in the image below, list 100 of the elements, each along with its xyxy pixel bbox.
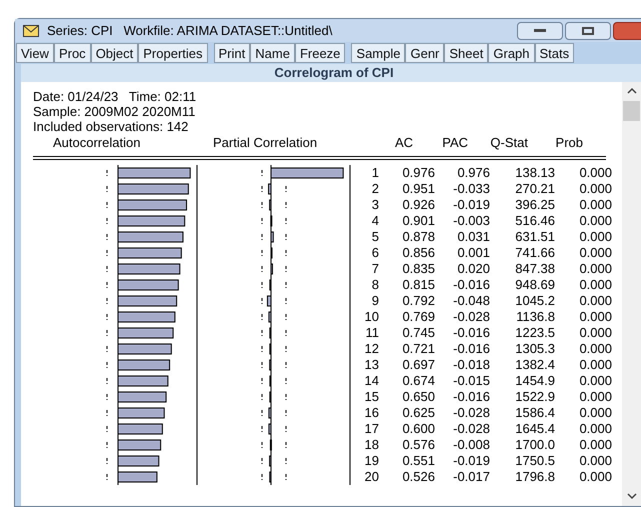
q-stat-cell-text: 1750.5 (514, 453, 555, 469)
prob-cell-text: 0.000 (578, 165, 612, 181)
pac-cell-text: -0.016 (452, 341, 490, 357)
pac-cell-text: -0.016 (452, 389, 490, 405)
pac-bar (270, 216, 272, 226)
pac-bar (269, 456, 272, 466)
prob-cell-text: 0.000 (578, 213, 612, 229)
column-header: AC (394, 135, 413, 150)
column-header: Q-Stat (489, 135, 528, 150)
pac-cell-text: -0.019 (452, 453, 490, 469)
q-stat-cell-text: 270.21 (514, 181, 555, 197)
pac-bar (269, 328, 272, 338)
ac-bar (118, 248, 182, 258)
q-stat-cell-text: 1700.0 (514, 437, 555, 453)
toolbar-button[interactable]: View (16, 43, 54, 63)
pac-bar (269, 392, 272, 402)
view-title: Correlogram of CPI (21, 64, 641, 82)
lag-cell-text: 13 (364, 357, 379, 373)
toolbar-button[interactable]: Genr (405, 43, 444, 63)
q-stat-cell-text: 1522.9 (514, 389, 555, 405)
prob-cell-text: 0.000 (578, 229, 612, 245)
column-header: Prob (554, 135, 583, 150)
ac-cell-text: 0.650 (401, 389, 435, 405)
pac-cell-text: -0.048 (452, 293, 490, 309)
ac-bar (118, 280, 179, 290)
lag-cell-text: 10 (364, 309, 379, 325)
prob-cell-text: 0.000 (578, 197, 612, 213)
lag-cell-text: 7 (370, 261, 379, 277)
prob-cell-text: 0.000 (578, 277, 612, 293)
pac-cell-text: 0.020 (456, 261, 490, 277)
scroll-up-icon[interactable] (626, 87, 636, 95)
toolbar-button[interactable]: Freeze (294, 43, 346, 63)
pac-bar (268, 424, 272, 434)
ac-cell-text: 0.976 (401, 165, 435, 181)
pac-bar (270, 264, 273, 274)
prob-cell-text: 0.000 (578, 453, 612, 469)
ac-cell-text: 0.951 (401, 181, 435, 197)
pac-bar (269, 472, 272, 482)
ac-bar (118, 440, 162, 450)
ac-cell-text: 0.674 (401, 373, 435, 389)
prob-cell-text: 0.000 (578, 405, 612, 421)
q-stat-cell-text: 847.38 (514, 261, 555, 277)
toolbar-button[interactable]: Print (214, 43, 250, 63)
lag-cell-text: 12 (364, 341, 379, 357)
prob-cell-text: 0.000 (578, 341, 612, 357)
toolbar-button[interactable]: Name (250, 43, 295, 63)
scroll-thumb[interactable] (623, 101, 640, 121)
ac-bar (118, 376, 168, 386)
ac-cell-text: 0.792 (401, 293, 435, 309)
lag-cell-text: 14 (364, 373, 379, 389)
pac-bar (269, 200, 272, 210)
q-stat-cell-text: 396.25 (514, 197, 555, 213)
lag-cell-text: 8 (370, 277, 379, 293)
toolbar-button[interactable]: Sample (351, 43, 406, 63)
prob-cell-text: 0.000 (578, 469, 612, 485)
prob-cell-text: 0.000 (578, 325, 612, 341)
q-stat-cell-text: 1796.8 (514, 469, 555, 485)
lag-cell-text: 3 (370, 197, 379, 213)
prob-cell-text: 0.000 (578, 181, 612, 197)
lag-cell-text: 15 (364, 389, 379, 405)
pac-cell-text: -0.016 (452, 325, 490, 341)
ac-cell-text: 0.625 (401, 405, 435, 421)
toolbar-button[interactable]: Proc (54, 43, 91, 63)
scrollbar[interactable] (622, 82, 641, 506)
toolbar-button[interactable]: Graph (488, 43, 535, 63)
pac-cell-text: -0.017 (452, 469, 490, 485)
pac-cell-text: -0.003 (452, 213, 490, 229)
toolbar-button[interactable]: Stats (534, 43, 574, 63)
q-stat-cell-text: 741.66 (514, 245, 555, 261)
q-stat-cell-text: 1305.3 (514, 341, 555, 357)
q-stat-cell-text: 1223.5 (514, 325, 555, 341)
maximize-button[interactable] (565, 22, 611, 40)
q-stat-cell-text: 516.46 (514, 213, 555, 229)
pac-cell-text: -0.028 (452, 421, 490, 437)
column-header: Partial Correlation (213, 135, 318, 150)
pac-bar (269, 376, 272, 386)
pac-cell-text: -0.033 (452, 181, 490, 197)
q-stat-cell-text: 138.13 (514, 165, 555, 181)
q-stat-cell-text: 631.51 (514, 229, 555, 245)
ac-cell-text: 0.856 (401, 245, 435, 261)
prob-cell-text: 0.000 (578, 373, 612, 389)
ac-bar (118, 424, 163, 434)
pac-cell-text: -0.015 (452, 373, 490, 389)
ac-bar (118, 184, 189, 194)
pac-cell-text: -0.019 (452, 197, 490, 213)
minimize-button[interactable] (517, 22, 563, 40)
prob-cell-text: 0.000 (578, 309, 612, 325)
scroll-down-icon[interactable] (626, 492, 636, 500)
toolbar-button[interactable]: Sheet (444, 43, 488, 63)
q-stat-cell-text: 1645.4 (514, 421, 555, 437)
pac-cell-text: -0.018 (452, 357, 490, 373)
lag-cell-text: 19 (364, 453, 379, 469)
ac-bar (118, 264, 180, 274)
toolbar-button[interactable]: Object (90, 43, 138, 63)
ac-cell-text: 0.926 (401, 197, 435, 213)
envelope-icon (23, 24, 39, 36)
toolbar-button[interactable]: Properties (138, 43, 208, 63)
ac-cell-text: 0.600 (401, 421, 435, 437)
prob-cell-text: 0.000 (578, 261, 612, 277)
ac-cell-text: 0.745 (401, 325, 435, 341)
